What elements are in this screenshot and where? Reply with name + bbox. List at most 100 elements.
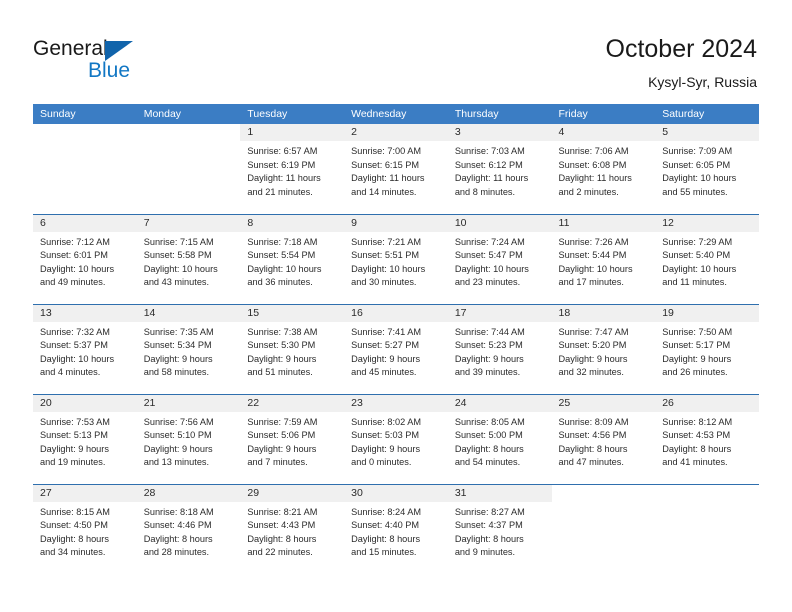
calendar-day-cell[interactable]: 25 Sunrise: 8:09 AM Sunset: 4:56 PM Dayligh… — [551, 393, 656, 484]
calendar-day-cell[interactable]: 9 Sunrise: 7:21 AM Sunset: 5:51 PM Daylight… — [344, 213, 448, 304]
daylight-text-cont: and 39 minutes. — [454, 367, 521, 378]
sunset-text: Sunset: 4:43 PM — [247, 520, 316, 531]
day-details: Sunrise: 8:18 AM Sunset: 4:46 PM Daylight:… — [137, 502, 241, 560]
sunset-text: Sunset: 5:13 PM — [40, 430, 108, 441]
day-cell-inner: 12 Sunrise: 7:29 AM Sunset: 5:40 PM Dayligh… — [655, 214, 759, 290]
sunset-text: Sunset: 4:53 PM — [662, 430, 731, 441]
calendar-day-cell[interactable]: 2 Sunrise: 7:00 AM Sunset: 6:15 PM Daylight… — [344, 124, 448, 214]
calendar-week-row: 20 Sunrise: 7:53 AM Sunset: 5:13 PM Dayligh… — [33, 393, 759, 484]
day-details — [137, 141, 241, 145]
daylight-text-cont: and 26 minutes. — [662, 367, 728, 378]
day-cell-inner: 23 Sunrise: 8:02 AM Sunset: 5:03 PM Dayligh… — [344, 394, 448, 470]
calendar-day-cell[interactable]: 27 Sunrise: 8:15 AM Sunset: 4:50 PM Dayligh… — [33, 483, 137, 574]
day-details: Sunrise: 8:27 AM Sunset: 4:37 PM Daylight:… — [448, 502, 552, 560]
sunrise-text: Sunrise: 8:18 AM — [143, 506, 214, 517]
day-cell-inner: 27 Sunrise: 8:15 AM Sunset: 4:50 PM Dayligh… — [33, 484, 137, 560]
location-subtitle: Kysyl-Syr, Russia — [648, 74, 757, 90]
calendar-day-cell[interactable]: 19 Sunrise: 7:50 AM Sunset: 5:17 PM Dayligh… — [655, 303, 759, 394]
calendar-day-cell[interactable]: 10 Sunrise: 7:24 AM Sunset: 5:47 PM Dayligh… — [447, 213, 552, 304]
daylight-text-cont: and 28 minutes. — [143, 547, 210, 558]
daylight-text-cont: and 0 minutes. — [351, 457, 412, 468]
day-details: Sunrise: 7:32 AM Sunset: 5:37 PM Daylight:… — [33, 322, 137, 380]
day-cell-inner: 19 Sunrise: 7:50 AM Sunset: 5:17 PM Dayligh… — [655, 304, 759, 380]
day-details: Sunrise: 8:12 AM Sunset: 4:53 PM Daylight:… — [655, 412, 759, 470]
sunrise-text: Sunrise: 7:00 AM — [351, 146, 422, 156]
weekday-row: Sunday Monday Tuesday Wednesday Thursday Frid… — [33, 104, 759, 124]
sunrise-text: Sunrise: 8:02 AM — [351, 416, 422, 427]
day-cell-inner: 15 Sunrise: 7:38 AM Sunset: 5:30 PM Dayligh… — [240, 304, 345, 380]
calendar-day-cell[interactable]: 26 Sunrise: 8:12 AM Sunset: 4:53 PM Dayligh… — [655, 393, 759, 484]
sunrise-text: Sunrise: 8:15 AM — [40, 506, 110, 517]
calendar-day-cell[interactable]: 7 Sunrise: 7:15 AM Sunset: 5:58 PM Daylight… — [136, 213, 241, 304]
day-cell-inner — [551, 484, 656, 506]
day-cell-inner: 26 Sunrise: 8:12 AM Sunset: 4:53 PM Dayligh… — [655, 394, 759, 470]
sunset-text: Sunset: 6:12 PM — [454, 159, 523, 170]
calendar-day-cell[interactable]: 6 Sunrise: 7:12 AM Sunset: 6:01 PM Daylight… — [33, 213, 137, 304]
calendar-day-cell[interactable]: 12 Sunrise: 7:29 AM Sunset: 5:40 PM Dayligh… — [655, 213, 759, 304]
calendar-day-cell[interactable]: 8 Sunrise: 7:18 AM Sunset: 5:54 PM Daylight… — [240, 213, 345, 304]
calendar-day-cell[interactable]: 21 Sunrise: 7:56 AM Sunset: 5:10 PM Dayligh… — [136, 393, 241, 484]
day-cell-inner: 1 Sunrise: 6:57 AM Sunset: 6:19 PM Daylight… — [240, 124, 345, 199]
daylight-text-cont: and 8 minutes. — [454, 186, 516, 197]
calendar-day-cell[interactable]: 20 Sunrise: 7:53 AM Sunset: 5:13 PM Dayligh… — [33, 393, 137, 484]
calendar-day-cell[interactable]: 30 Sunrise: 8:24 AM Sunset: 4:40 PM Dayligh… — [344, 483, 448, 574]
sunrise-text: Sunrise: 6:57 AM — [247, 146, 318, 156]
sunrise-text: Sunrise: 8:09 AM — [558, 416, 629, 427]
general-blue-logo[interactable]: General Blue — [33, 36, 213, 88]
calendar-day-cell[interactable]: 18 Sunrise: 7:47 AM Sunset: 5:20 PM Dayligh… — [551, 303, 656, 394]
day-number: 5 — [655, 124, 759, 141]
calendar-day-cell[interactable]: 16 Sunrise: 7:41 AM Sunset: 5:27 PM Dayligh… — [344, 303, 448, 394]
sunrise-text: Sunrise: 7:15 AM — [143, 236, 214, 247]
day-details: Sunrise: 7:03 AM Sunset: 6:12 PM Daylight:… — [448, 141, 552, 199]
sunset-text: Sunset: 5:54 PM — [247, 250, 316, 261]
calendar-day-cell[interactable]: 28 Sunrise: 8:18 AM Sunset: 4:46 PM Dayligh… — [136, 483, 241, 574]
calendar-cell-empty — [136, 124, 241, 214]
day-number: 14 — [136, 304, 241, 322]
day-details: Sunrise: 7:29 AM Sunset: 5:40 PM Daylight:… — [655, 232, 759, 290]
daylight-text-cont: and 7 minutes. — [247, 457, 308, 468]
day-cell-inner: 24 Sunrise: 8:05 AM Sunset: 5:00 PM Dayligh… — [447, 394, 552, 470]
day-details: Sunrise: 8:09 AM Sunset: 4:56 PM Daylight:… — [552, 412, 656, 470]
day-details: Sunrise: 7:00 AM Sunset: 6:15 PM Daylight:… — [344, 141, 448, 199]
daylight-text: Daylight: 10 hours — [40, 353, 115, 364]
calendar-week-row: 6 Sunrise: 7:12 AM Sunset: 6:01 PM Daylight… — [33, 213, 759, 304]
daylight-text: Daylight: 11 hours — [558, 173, 632, 184]
sunrise-text: Sunrise: 7:41 AM — [351, 326, 422, 337]
weekday-header-wednesday: Wednesday — [344, 104, 448, 124]
sunset-text: Sunset: 4:56 PM — [558, 430, 627, 441]
sunrise-text: Sunrise: 7:56 AM — [143, 416, 214, 427]
sunrise-text: Sunrise: 8:05 AM — [454, 416, 525, 427]
calendar-day-cell[interactable]: 24 Sunrise: 8:05 AM Sunset: 5:00 PM Dayligh… — [447, 393, 552, 484]
calendar-day-cell[interactable]: 1 Sunrise: 6:57 AM Sunset: 6:19 PM Daylight… — [240, 124, 345, 214]
calendar-day-cell[interactable]: 22 Sunrise: 7:59 AM Sunset: 5:06 PM Dayligh… — [240, 393, 345, 484]
daylight-text: Daylight: 9 hours — [351, 443, 421, 454]
calendar-day-cell[interactable]: 4 Sunrise: 7:06 AM Sunset: 6:08 PM Daylight… — [551, 124, 656, 214]
calendar-cell-empty — [655, 483, 759, 574]
daylight-text: Daylight: 10 hours — [40, 263, 115, 274]
daylight-text-cont: and 22 minutes. — [247, 547, 313, 558]
day-cell-inner: 13 Sunrise: 7:32 AM Sunset: 5:37 PM Dayligh… — [33, 304, 137, 380]
sunset-text: Sunset: 4:37 PM — [454, 520, 523, 531]
sunset-text: Sunset: 5:17 PM — [662, 340, 731, 351]
calendar-day-cell[interactable]: 14 Sunrise: 7:35 AM Sunset: 5:34 PM Dayligh… — [136, 303, 241, 394]
daylight-text: Daylight: 8 hours — [351, 533, 421, 544]
day-number: 21 — [136, 394, 241, 412]
sunrise-text: Sunrise: 7:47 AM — [558, 326, 629, 337]
day-number: 13 — [33, 304, 137, 322]
calendar-day-cell[interactable]: 11 Sunrise: 7:26 AM Sunset: 5:44 PM Dayligh… — [551, 213, 656, 304]
day-number: 28 — [136, 484, 241, 502]
day-details: Sunrise: 8:05 AM Sunset: 5:00 PM Daylight:… — [448, 412, 552, 470]
calendar-day-cell[interactable]: 23 Sunrise: 8:02 AM Sunset: 5:03 PM Dayligh… — [344, 393, 448, 484]
calendar-day-cell[interactable]: 17 Sunrise: 7:44 AM Sunset: 5:23 PM Dayligh… — [447, 303, 552, 394]
calendar-day-cell[interactable]: 13 Sunrise: 7:32 AM Sunset: 5:37 PM Dayligh… — [33, 303, 137, 394]
sunrise-text: Sunrise: 7:12 AM — [40, 236, 110, 247]
daylight-text: Daylight: 8 hours — [247, 533, 317, 544]
calendar-day-cell[interactable]: 31 Sunrise: 8:27 AM Sunset: 4:37 PM Dayligh… — [447, 483, 552, 574]
calendar-day-cell[interactable]: 3 Sunrise: 7:03 AM Sunset: 6:12 PM Daylight… — [447, 124, 552, 214]
daylight-text-cont: and 23 minutes. — [454, 277, 521, 288]
calendar-day-cell[interactable]: 29 Sunrise: 8:21 AM Sunset: 4:43 PM Dayligh… — [240, 483, 345, 574]
calendar-day-cell[interactable]: 5 Sunrise: 7:09 AM Sunset: 6:05 PM Daylight… — [655, 124, 759, 214]
day-details: Sunrise: 7:35 AM Sunset: 5:34 PM Daylight:… — [137, 322, 241, 380]
day-details: Sunrise: 8:21 AM Sunset: 4:43 PM Daylight:… — [240, 502, 344, 560]
calendar-day-cell[interactable]: 15 Sunrise: 7:38 AM Sunset: 5:30 PM Dayligh… — [240, 303, 345, 394]
